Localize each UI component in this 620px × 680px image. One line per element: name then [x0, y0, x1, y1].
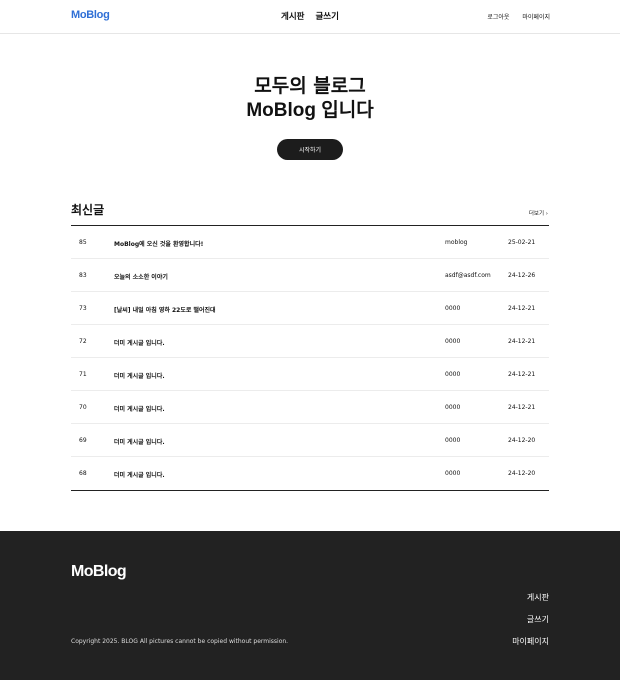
post-number: 73	[79, 305, 87, 312]
site-header: MoBlog 게시판 글쓰기 로그아웃 마이페이지	[0, 0, 620, 34]
footer-logo[interactable]: MoBlog	[71, 563, 127, 581]
post-author: 0000	[445, 305, 461, 312]
post-date: 24-12-21	[508, 305, 536, 312]
post-title[interactable]: 더미 게시글 입니다.	[114, 437, 165, 446]
post-row[interactable]: 71 더미 게시글 입니다. 0000 24-12-21	[71, 358, 549, 391]
post-number: 69	[79, 437, 87, 444]
mypage-link[interactable]: 마이페이지	[522, 14, 550, 21]
post-date: 24-12-21	[508, 404, 536, 411]
post-date: 24-12-20	[508, 437, 536, 444]
post-title[interactable]: 더미 게시글 입니다.	[114, 470, 165, 479]
post-number: 85	[79, 239, 87, 246]
post-title[interactable]: 더미 게시글 입니다.	[114, 371, 165, 380]
hero-section: 모두의 블로그 MoBlog 입니다	[0, 74, 620, 123]
post-date: 25-02-21	[508, 239, 536, 246]
post-row[interactable]: 68 더미 게시글 입니다. 0000 24-12-20	[71, 457, 549, 490]
post-row[interactable]: 73 [날씨] 내일 아침 영하 22도로 떨어진대 0000 24-12-21	[71, 292, 549, 325]
footer-links: 게시판 글쓰기 마이페이지	[512, 592, 549, 658]
post-author: 0000	[445, 470, 461, 477]
post-number: 83	[79, 272, 87, 279]
post-title[interactable]: [날씨] 내일 아침 영하 22도로 떨어진대	[114, 305, 216, 314]
post-author: 0000	[445, 404, 461, 411]
post-date: 24-12-26	[508, 272, 536, 279]
logout-link[interactable]: 로그아웃	[487, 14, 509, 21]
recent-posts-title: 최신글	[71, 203, 105, 217]
post-number: 68	[79, 470, 87, 477]
footer-board-link[interactable]: 게시판	[512, 592, 549, 614]
post-title[interactable]: MoBlog에 오신 것을 환영합니다!	[114, 239, 203, 248]
post-date: 24-12-21	[508, 338, 536, 345]
post-author: moblog	[445, 239, 468, 246]
post-author: 0000	[445, 338, 461, 345]
post-date: 24-12-20	[508, 470, 536, 477]
start-button[interactable]: 시작하기	[277, 139, 343, 160]
post-title[interactable]: 더미 게시글 입니다.	[114, 338, 165, 347]
post-row[interactable]: 69 더미 게시글 입니다. 0000 24-12-20	[71, 424, 549, 457]
footer-mypage-link[interactable]: 마이페이지	[512, 636, 549, 658]
post-author: asdf@asdf.com	[445, 272, 491, 279]
post-row[interactable]: 83 오늘의 소소한 이야기 asdf@asdf.com 24-12-26	[71, 259, 549, 292]
post-number: 72	[79, 338, 87, 345]
hero-title-line2: MoBlog 입니다	[246, 100, 374, 121]
post-row[interactable]: 72 더미 게시글 입니다. 0000 24-12-21	[71, 325, 549, 358]
footer-write-link[interactable]: 글쓰기	[512, 614, 549, 636]
post-date: 24-12-21	[508, 371, 536, 378]
post-author: 0000	[445, 437, 461, 444]
hero-title-line1: 모두의 블로그	[254, 75, 366, 97]
post-number: 70	[79, 404, 87, 411]
more-link[interactable]: 더보기 ›	[529, 209, 548, 217]
nav-board-link[interactable]: 게시판	[281, 12, 304, 22]
nav-write-link[interactable]: 글쓰기	[315, 12, 338, 22]
post-row[interactable]: 85 MoBlog에 오신 것을 환영합니다! moblog 25-02-21	[71, 226, 549, 259]
post-row[interactable]: 70 더미 게시글 입니다. 0000 24-12-21	[71, 391, 549, 424]
post-author: 0000	[445, 371, 461, 378]
auth-links: 로그아웃 마이페이지	[476, 12, 550, 21]
recent-posts-list: 85 MoBlog에 오신 것을 환영합니다! moblog 25-02-21 83 오늘…	[71, 225, 549, 491]
post-title[interactable]: 더미 게시글 입니다.	[114, 404, 165, 413]
post-title[interactable]: 오늘의 소소한 이야기	[114, 272, 168, 281]
post-number: 71	[79, 371, 87, 378]
site-footer: MoBlog 게시판 글쓰기 마이페이지 Copyright 2025. BLO…	[0, 531, 620, 680]
copyright-text: Copyright 2025. BLOG All pictures cannot…	[71, 638, 289, 645]
